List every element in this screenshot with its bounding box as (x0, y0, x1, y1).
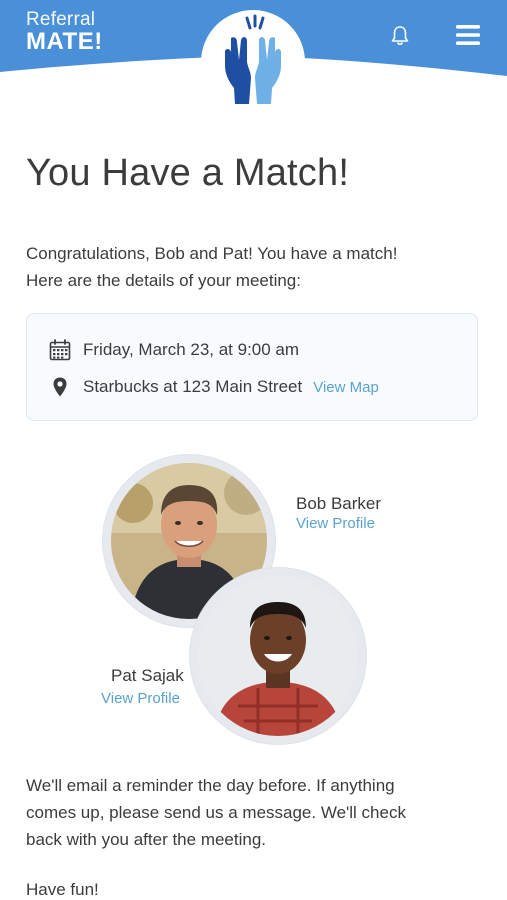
meeting-location-text: Starbucks at 123 Main Street (83, 377, 303, 396)
calendar-icon (49, 339, 71, 361)
brand-logo-top: Referral (26, 9, 96, 30)
person-name-pat: Pat Sajak (111, 666, 184, 685)
avatar-pat-sajak[interactable] (190, 568, 366, 744)
page-title: You Have a Match! (26, 152, 350, 194)
intro-text: Congratulations, Bob and Pat! You have a… (26, 244, 398, 290)
meeting-date-text: Friday, March 23, at 9:00 am (83, 340, 300, 359)
meeting-location-row: Starbucks at 123 Main Street View Map (49, 376, 379, 398)
meeting-date-row: Friday, March 23, at 9:00 am (49, 339, 299, 361)
brand-logo[interactable]: Referral MATE! (26, 10, 103, 54)
view-profile-link-bob[interactable]: View Profile (296, 515, 375, 532)
location-pin-icon (53, 377, 67, 397)
high-five-hands-icon (201, 10, 305, 114)
reminder-text: We'll email a reminder the day before. I… (26, 776, 406, 849)
closing-text: Have fun! (26, 880, 99, 899)
person-name-bob: Bob Barker (296, 494, 382, 513)
app-header: Referral MATE! (0, 0, 507, 114)
bell-icon[interactable] (388, 24, 412, 48)
hamburger-menu-icon[interactable] (454, 22, 482, 48)
brand-logo-bottom: MATE! (26, 28, 103, 55)
meeting-details-card: Friday, March 23, at 9:00 am Starbucks a… (26, 313, 478, 421)
view-map-link[interactable]: View Map (313, 379, 379, 396)
view-profile-link-pat[interactable]: View Profile (101, 690, 180, 707)
